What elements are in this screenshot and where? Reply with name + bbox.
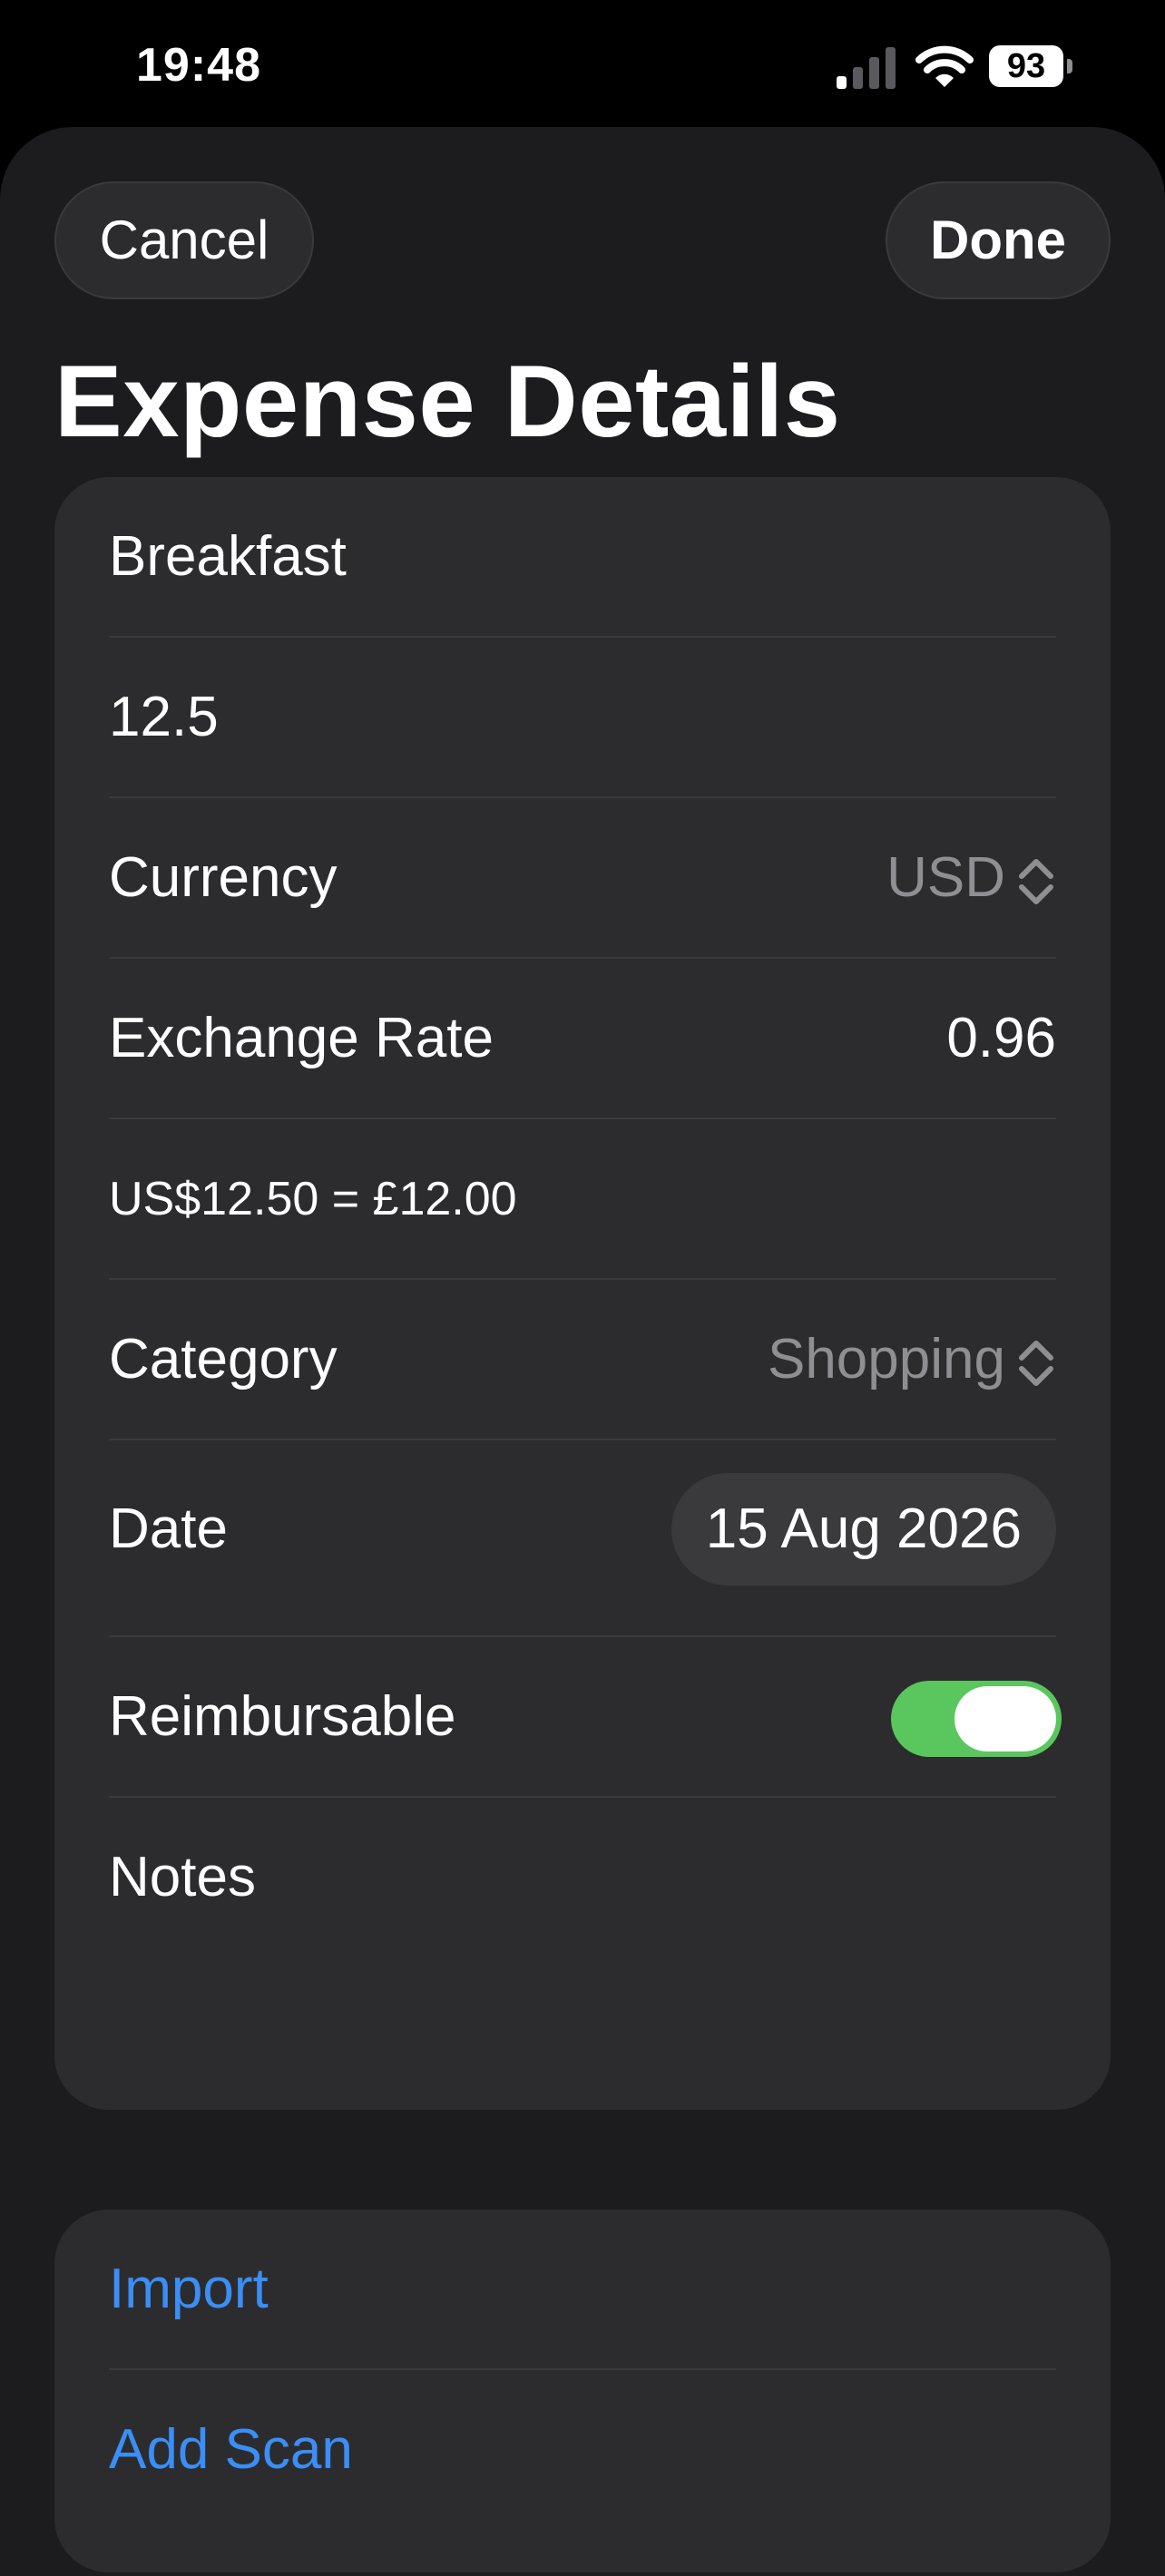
- currency-value: USD: [886, 846, 1005, 909]
- date-label: Date: [109, 1498, 228, 1560]
- cancel-button[interactable]: Cancel: [54, 181, 314, 299]
- chevron-up-down-icon: [1019, 858, 1053, 904]
- toggle-knob: [955, 1686, 1056, 1751]
- conversion-row: US$12.50 = £12.00: [109, 1119, 1056, 1279]
- date-row: Date 15 Aug 2026: [109, 1440, 1056, 1618]
- exchange-rate-value[interactable]: 0.96: [946, 959, 1056, 1118]
- date-picker-button[interactable]: 15 Aug 2026: [671, 1473, 1056, 1586]
- done-button[interactable]: Done: [886, 181, 1111, 299]
- reimbursable-toggle[interactable]: [891, 1681, 1062, 1757]
- add-scan-button[interactable]: Add Scan: [109, 2370, 353, 2530]
- name-field[interactable]: Breakfast: [109, 477, 1056, 637]
- chevron-up-down-icon: [1019, 1340, 1053, 1386]
- notes-field[interactable]: Notes: [109, 1798, 1056, 1957]
- name-value[interactable]: Breakfast: [109, 477, 347, 637]
- category-value: Shopping: [767, 1328, 1005, 1390]
- reimbursable-label: Reimbursable: [109, 1685, 456, 1748]
- status-time: 19:48: [136, 39, 261, 92]
- expense-form-card: Breakfast 12.5 Currency USD Exchange Rat…: [54, 477, 1111, 2110]
- battery-level: 93: [1006, 47, 1046, 85]
- category-label: Category: [109, 1328, 338, 1390]
- category-picker[interactable]: Shopping: [768, 1280, 1056, 1439]
- wifi-icon: [915, 45, 974, 87]
- category-row[interactable]: Category Shopping: [109, 1280, 1056, 1439]
- currency-row[interactable]: Currency USD: [109, 798, 1056, 958]
- battery-icon: 93: [989, 45, 1074, 91]
- exchange-rate-label: Exchange Rate: [109, 1007, 494, 1069]
- exchange-rate-row[interactable]: Exchange Rate 0.96: [109, 959, 1056, 1118]
- reimbursable-row: Reimbursable: [109, 1637, 1062, 1797]
- cellular-signal-icon: [837, 47, 896, 89]
- attachments-card: Import Add Scan: [54, 2210, 1111, 2572]
- currency-label: Currency: [109, 846, 338, 909]
- import-button[interactable]: Import: [109, 2210, 269, 2369]
- status-bar: 19:48 93: [0, 0, 1165, 136]
- currency-picker[interactable]: USD: [886, 798, 1056, 958]
- conversion-text: US$12.50 = £12.00: [109, 1173, 517, 1225]
- amount-value[interactable]: 12.5: [109, 638, 219, 797]
- amount-field[interactable]: 12.5: [109, 638, 1056, 797]
- notes-placeholder[interactable]: Notes: [109, 1798, 256, 1957]
- page-title: Expense Details: [54, 345, 841, 458]
